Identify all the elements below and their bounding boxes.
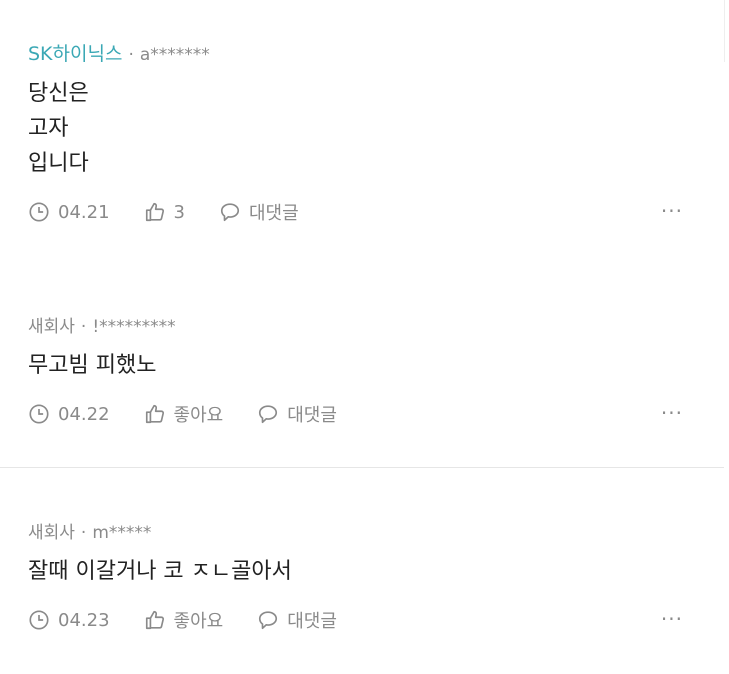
more-dots-icon[interactable]: ··· bbox=[661, 403, 683, 423]
like-button[interactable]: 좋아요 bbox=[144, 607, 224, 633]
user-handle: a******* bbox=[139, 45, 210, 65]
comment-date: 04.22 bbox=[28, 403, 110, 425]
user-handle: !********* bbox=[92, 317, 176, 337]
date-text: 04.22 bbox=[58, 403, 110, 425]
thumbs-up-icon bbox=[145, 202, 164, 222]
company-name[interactable]: 새회사 bbox=[28, 317, 75, 337]
comment-line: 당신은 bbox=[28, 81, 89, 106]
comment-body: 잘때 이갈거나 코 ㅈㄴ골아서 bbox=[28, 554, 688, 589]
speech-bubble-icon bbox=[259, 611, 278, 630]
like-label: 좋아요 bbox=[173, 611, 224, 632]
meta-separator: · bbox=[80, 317, 87, 337]
comment-line: 잘때 이갈거나 코 ㅈㄴ골아서 bbox=[28, 559, 292, 584]
clock-icon bbox=[29, 404, 49, 424]
reply-button[interactable]: 대댓글 bbox=[257, 401, 337, 427]
comment-body: 당신은 고자 입니다 bbox=[28, 76, 688, 181]
clock-icon bbox=[29, 202, 49, 222]
date-text: 04.21 bbox=[58, 201, 110, 223]
comment-meta: 새회사 · !********* bbox=[28, 316, 688, 338]
scrollbar-edge[interactable] bbox=[724, 0, 725, 62]
divider bbox=[0, 467, 724, 468]
more-dots-icon[interactable]: ··· bbox=[661, 201, 683, 221]
speech-bubble-icon bbox=[220, 203, 240, 222]
thumbs-up-icon bbox=[145, 610, 164, 630]
like-button[interactable]: 좋아요 bbox=[144, 401, 224, 427]
comment-date: 04.21 bbox=[28, 201, 110, 223]
comment-actions: 04.22 좋아요 대댓글 ··· bbox=[28, 399, 688, 429]
company-name[interactable]: SK하이닉스 bbox=[28, 43, 122, 65]
like-count: 3 bbox=[173, 201, 185, 223]
comment-meta: 새회사 · m***** bbox=[28, 522, 688, 544]
reply-label: 대댓글 bbox=[248, 203, 299, 224]
comment-item: 새회사 · m***** 잘때 이갈거나 코 ㅈㄴ골아서 04.23 좋아요 대댓글… bbox=[28, 522, 688, 635]
comment-actions: 04.23 좋아요 대댓글 ··· bbox=[28, 605, 688, 635]
comment-body: 무고빔 피했노 bbox=[28, 348, 688, 383]
clock-icon bbox=[29, 610, 49, 630]
reply-button[interactable]: 대댓글 bbox=[257, 607, 337, 633]
like-button[interactable]: 3 bbox=[144, 201, 185, 223]
user-handle: m***** bbox=[92, 523, 152, 543]
meta-separator: · bbox=[128, 45, 134, 65]
thumbs-up-icon bbox=[145, 404, 164, 424]
date-text: 04.23 bbox=[58, 609, 110, 631]
more-dots-icon[interactable]: ··· bbox=[661, 609, 683, 629]
meta-separator: · bbox=[80, 523, 87, 543]
comment-actions: 04.21 3 대댓글 ··· bbox=[28, 197, 688, 227]
like-label: 좋아요 bbox=[173, 405, 224, 426]
comment-line: 입니다 bbox=[28, 151, 89, 176]
comment-meta: SK하이닉스 · a******* bbox=[28, 43, 688, 66]
reply-button[interactable]: 대댓글 bbox=[219, 199, 299, 225]
comment-date: 04.23 bbox=[28, 609, 110, 631]
speech-bubble-icon bbox=[259, 405, 278, 424]
comment-item: SK하이닉스 · a******* 당신은 고자 입니다 04.21 3 대댓글 ·… bbox=[28, 43, 688, 227]
reply-label: 대댓글 bbox=[287, 611, 337, 632]
comment-item: 새회사 · !********* 무고빔 피했노 04.22 좋아요 대댓글 ··· bbox=[28, 316, 688, 429]
reply-label: 대댓글 bbox=[287, 405, 337, 426]
comment-line: 무고빔 피했노 bbox=[28, 353, 157, 378]
comment-line: 고자 bbox=[28, 116, 69, 141]
company-name[interactable]: 새회사 bbox=[28, 523, 75, 543]
